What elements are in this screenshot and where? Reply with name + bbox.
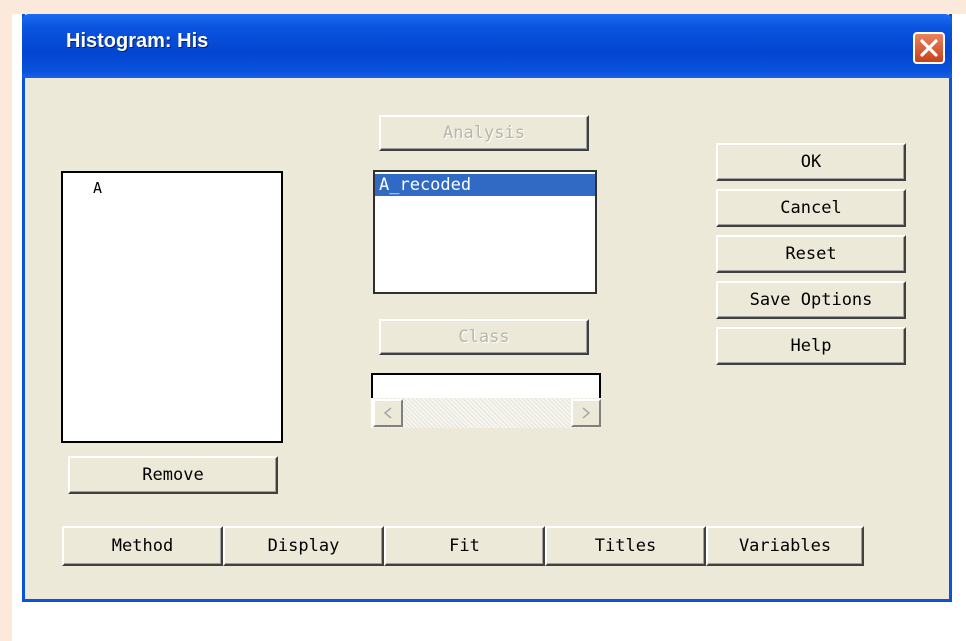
- arrow-left-icon: [383, 407, 392, 419]
- tab-method[interactable]: Method: [62, 526, 223, 566]
- save-options-button[interactable]: Save Options: [716, 281, 906, 319]
- analysis-item-selected[interactable]: A_recoded: [375, 174, 595, 196]
- reset-button[interactable]: Reset: [716, 235, 906, 273]
- window-title: Histogram: His: [66, 30, 209, 52]
- class-scrollbar[interactable]: [371, 398, 601, 428]
- class-item: [373, 375, 599, 397]
- close-icon: [920, 39, 938, 57]
- tab-fit[interactable]: Fit: [384, 526, 545, 566]
- cancel-button[interactable]: Cancel: [716, 189, 906, 227]
- scroll-left-button[interactable]: [373, 399, 403, 427]
- class-button[interactable]: Class: [379, 319, 589, 355]
- class-listbox[interactable]: [371, 373, 601, 401]
- tab-display[interactable]: Display: [223, 526, 384, 566]
- histogram-dialog: Histogram: His A Remove Analysis A_recod…: [22, 14, 952, 602]
- title-bar[interactable]: Histogram: His: [22, 14, 952, 78]
- tab-titles[interactable]: Titles: [545, 526, 706, 566]
- tab-variables[interactable]: Variables: [706, 526, 864, 566]
- variables-listbox[interactable]: A: [61, 171, 283, 443]
- close-button[interactable]: [913, 32, 945, 64]
- analysis-button[interactable]: Analysis: [379, 115, 589, 151]
- analysis-listbox[interactable]: A_recoded: [373, 170, 597, 294]
- scroll-right-button[interactable]: [571, 399, 601, 427]
- variable-item[interactable]: A: [63, 177, 281, 199]
- ok-button[interactable]: OK: [716, 143, 906, 181]
- background-strip-left: [0, 0, 12, 641]
- background-strip-top: [0, 0, 966, 14]
- remove-button[interactable]: Remove: [68, 456, 278, 494]
- arrow-right-icon: [582, 407, 591, 419]
- help-button[interactable]: Help: [716, 327, 906, 365]
